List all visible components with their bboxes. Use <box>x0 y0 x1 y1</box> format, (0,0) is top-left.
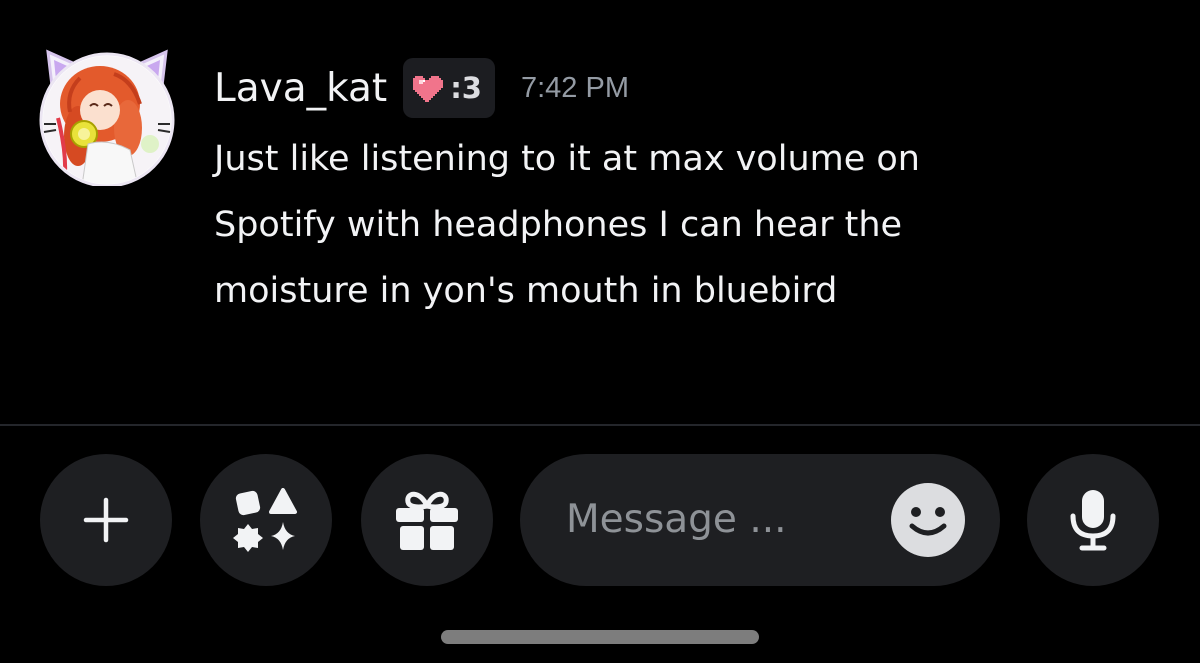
emoji-button[interactable] <box>890 482 966 558</box>
chat-message: Lava_kat :3 7:42 PM Just like listening … <box>0 0 1200 420</box>
message-input[interactable]: Message ... <box>520 454 1000 586</box>
add-attachment-button[interactable] <box>40 454 172 586</box>
gift-icon <box>396 491 458 550</box>
composer-divider <box>0 424 1200 426</box>
voice-message-button[interactable] <box>1027 454 1159 586</box>
gift-button[interactable] <box>361 454 493 586</box>
message-line: Just like listening to it at max volume … <box>214 139 920 179</box>
clan-tag[interactable]: :3 <box>403 58 495 118</box>
message-header: Lava_kat :3 7:42 PM <box>214 56 629 120</box>
apps-button[interactable] <box>200 454 332 586</box>
message-text: Just like listening to it at max volume … <box>214 126 1044 324</box>
microphone-icon <box>1070 490 1116 551</box>
message-input-placeholder: Message ... <box>566 497 787 542</box>
pixel-heart-icon <box>413 74 445 102</box>
username[interactable]: Lava_kat <box>214 66 387 111</box>
plus-icon <box>83 497 129 543</box>
message-line: Spotify with headphones I can hear the <box>214 205 903 245</box>
emoji-smile-icon <box>891 483 965 557</box>
clan-tag-label: :3 <box>450 71 482 105</box>
avatar[interactable] <box>38 48 176 186</box>
home-indicator[interactable] <box>441 630 759 644</box>
apps-icon <box>233 488 297 552</box>
message-line: moisture in yon's mouth in bluebird <box>214 271 838 311</box>
timestamp: 7:42 PM <box>520 71 629 104</box>
